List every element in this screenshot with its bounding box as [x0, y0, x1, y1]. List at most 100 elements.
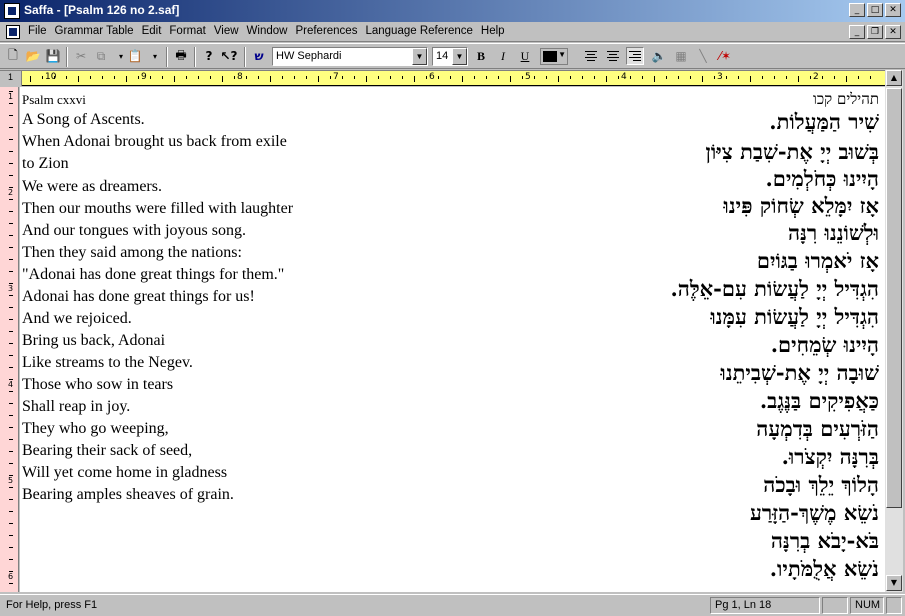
- ruler-tick: [198, 76, 199, 79]
- horizontal-ruler[interactable]: 1 10987654321: [0, 70, 885, 86]
- ruler-tick: [102, 76, 103, 79]
- english-line: We were as dreamers.: [22, 178, 162, 195]
- ruler-tick: [714, 76, 715, 79]
- toolbar: 🗋 📂 💾 ✂ ⧉ ▾ 📋 ▾ 🖶 ? ↖? ש HW Sephardi ▼ 1…: [0, 43, 905, 69]
- ruler-tick: [222, 76, 223, 82]
- ruler-tick: [654, 76, 655, 82]
- doc-restore-button[interactable]: ❐: [867, 25, 883, 39]
- ruler-tick: [342, 76, 343, 79]
- new-file-icon[interactable]: 🗋: [4, 47, 22, 65]
- font-name-combo[interactable]: HW Sephardi ▼: [272, 47, 428, 66]
- align-center-icon[interactable]: [604, 47, 622, 65]
- ruler-tick: [462, 76, 463, 82]
- align-left-icon[interactable]: [582, 47, 600, 65]
- ruler-tick: [678, 76, 679, 79]
- ruler-tick: [726, 76, 727, 79]
- bold-button[interactable]: B: [472, 47, 490, 65]
- status-position: Pg 1, Ln 18: [710, 597, 820, 614]
- hebrew-line: הָיִינוּ כְּחֹלְמִים.: [765, 166, 880, 191]
- english-line: And we rejoiced.: [22, 310, 132, 327]
- align-right-icon[interactable]: [626, 47, 644, 65]
- document-area[interactable]: Psalm cxxvi A Song of Ascents. When Adonai…: [20, 87, 885, 592]
- open-folder-icon[interactable]: 📂: [24, 47, 42, 65]
- vruler-tick: [9, 415, 13, 416]
- paste-dropdown-icon[interactable]: ▾: [146, 47, 164, 65]
- chevron-down-icon[interactable]: ▼: [412, 48, 427, 65]
- document-icon[interactable]: [6, 25, 20, 39]
- grid-icon[interactable]: ▦: [672, 47, 690, 65]
- window-title: Saffa - [Psalm 126 no 2.saf]: [24, 3, 180, 17]
- ruler-tick: [258, 76, 259, 79]
- scroll-thumb[interactable]: [886, 88, 902, 508]
- ruler-number: 2: [813, 72, 819, 82]
- vruler-number: 6: [8, 572, 14, 581]
- app-icon[interactable]: [4, 3, 20, 19]
- save-icon[interactable]: 💾: [44, 47, 62, 65]
- english-line: And our tongues with joyous song.: [22, 222, 246, 239]
- vruler-tick: [9, 163, 13, 164]
- ruler-tick: [642, 76, 643, 79]
- hebrew-line: נֹשֵׂא מֶשֶׁךְ-הַזָּרַע: [750, 500, 879, 525]
- ruler-tick: [78, 76, 79, 82]
- ruler-tick: [378, 76, 379, 79]
- close-button[interactable]: ✕: [885, 3, 901, 17]
- title-bar: Saffa - [Psalm 126 no 2.saf] _ □ ✕: [0, 0, 905, 22]
- ruler-tick: [246, 76, 247, 79]
- hebrew-line: הִגְדִּיל יְיָ לַעֲשׂוֹת עִמָּנוּ: [710, 304, 879, 329]
- menu-format[interactable]: Format: [165, 25, 209, 37]
- ruler-number: 8: [237, 72, 243, 82]
- vruler-tick: [9, 451, 13, 452]
- vruler-tick: [9, 103, 13, 104]
- language-icon[interactable]: ש: [250, 47, 268, 65]
- maximize-button[interactable]: □: [867, 3, 883, 17]
- menu-preferences[interactable]: Preferences: [291, 25, 361, 37]
- font-size-combo[interactable]: 14 ▼: [432, 47, 468, 66]
- vruler-tick: [9, 247, 13, 248]
- vruler-number: 3: [8, 284, 14, 293]
- status-bar: For Help, press F1 Pg 1, Ln 18 NUM: [0, 594, 905, 616]
- minimize-button[interactable]: _: [849, 3, 865, 17]
- vruler-tick: [9, 463, 13, 464]
- scroll-up-icon[interactable]: ▲: [886, 70, 902, 86]
- text-color-picker[interactable]: ▼: [540, 48, 568, 65]
- menu-window[interactable]: Window: [243, 25, 292, 37]
- magic-wand-icon[interactable]: ⁄✶: [716, 47, 734, 65]
- vertical-scrollbar[interactable]: ▲ ▼: [885, 70, 903, 592]
- english-line: Those who sow in tears: [22, 376, 174, 393]
- speaker-icon[interactable]: 🔈: [650, 47, 668, 65]
- copy-icon[interactable]: ⧉: [92, 47, 110, 65]
- vruler-number: 1: [8, 92, 14, 101]
- menu-language-reference[interactable]: Language Reference: [361, 25, 476, 37]
- vruler-tick: [9, 403, 13, 404]
- doc-minimize-button[interactable]: _: [849, 25, 865, 39]
- menu-grammar-table[interactable]: Grammar Table: [51, 25, 138, 37]
- menu-help[interactable]: Help: [477, 25, 509, 37]
- italic-button[interactable]: I: [494, 47, 512, 65]
- context-help-icon[interactable]: ↖?: [220, 47, 238, 65]
- english-line: Will yet come home in gladness: [22, 464, 228, 481]
- doc-close-button[interactable]: ✕: [885, 25, 901, 39]
- ruler-tick: [54, 76, 55, 79]
- ruler-tick: [318, 76, 319, 82]
- menu-file[interactable]: File: [24, 25, 51, 37]
- chevron-down-icon[interactable]: ▼: [452, 48, 467, 65]
- pen-icon[interactable]: ╲: [694, 47, 712, 65]
- chevron-down-icon[interactable]: ▼: [558, 50, 566, 59]
- hebrew-line: נֹשֵׂא אֲלֻמֹּתָיו.: [769, 556, 879, 581]
- underline-button[interactable]: U: [516, 47, 534, 65]
- paste-icon[interactable]: 📋: [126, 47, 144, 65]
- hebrew-line: הִגְדִּיל יְיָ לַעֲשׂוֹת עִם-אֵלֶּה.: [670, 276, 879, 301]
- menu-edit[interactable]: Edit: [138, 25, 166, 37]
- help-icon[interactable]: ?: [200, 47, 218, 65]
- menu-view[interactable]: View: [210, 25, 243, 37]
- ruler-tick: [186, 76, 187, 79]
- ruler-tick: [390, 76, 391, 79]
- cut-icon[interactable]: ✂: [72, 47, 90, 65]
- print-icon[interactable]: 🖶: [172, 47, 190, 65]
- scroll-down-icon[interactable]: ▼: [886, 575, 902, 591]
- ruler-tick: [42, 76, 43, 79]
- english-line: Shall reap in joy.: [22, 398, 131, 415]
- vruler-tick: [9, 487, 13, 488]
- vruler-tick: [9, 283, 13, 284]
- ruler-tick: [846, 76, 847, 82]
